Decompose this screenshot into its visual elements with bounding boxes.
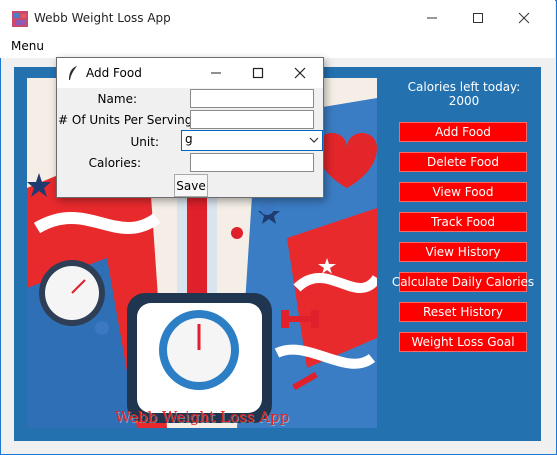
menu-menu[interactable]: Menu: [11, 39, 44, 53]
view-history-button[interactable]: View History: [399, 242, 527, 262]
calories-left-label: Calories left today: 2000: [407, 80, 521, 108]
unit-label: Unit:: [130, 135, 159, 149]
minimize-icon: [427, 17, 437, 19]
feather-icon: [66, 65, 80, 81]
calories-label: Calories:: [88, 156, 141, 170]
close-icon: [518, 12, 530, 24]
chevron-down-icon: [309, 137, 319, 143]
close-button[interactable]: [501, 0, 547, 36]
name-label: Name:: [97, 92, 137, 106]
weight-loss-goal-button[interactable]: Weight Loss Goal: [399, 332, 527, 352]
add-food-dialog: Add Food Name: # Of Units Per Serving: U…: [56, 57, 324, 198]
maximize-icon: [473, 13, 483, 23]
track-food-button[interactable]: Track Food: [399, 212, 527, 232]
unit-select-value: g: [185, 132, 193, 146]
minimize-button[interactable]: [409, 0, 455, 36]
minimize-icon: [211, 72, 221, 74]
maximize-button[interactable]: [455, 0, 501, 36]
close-icon: [294, 67, 306, 79]
poster-caption: Webb Weight Loss App: [114, 408, 290, 426]
dialog-title: Add Food: [86, 66, 142, 80]
unit-select[interactable]: g: [181, 130, 323, 151]
add-food-button[interactable]: Add Food: [399, 122, 527, 142]
dialog-maximize-button[interactable]: [237, 58, 279, 88]
dialog-close-button[interactable]: [279, 58, 321, 88]
maximize-icon: [252, 67, 264, 79]
view-food-button[interactable]: View Food: [399, 182, 527, 202]
menu-bar: [0, 36, 555, 58]
window-title: Webb Weight Loss App: [34, 11, 171, 25]
reset-history-button[interactable]: Reset History: [399, 302, 527, 322]
name-field[interactable]: [190, 89, 314, 108]
units-per-serving-field[interactable]: [190, 110, 314, 129]
app-icon: [12, 11, 28, 27]
save-button[interactable]: Save: [174, 174, 208, 197]
calories-field[interactable]: [190, 153, 314, 172]
calculate-daily-calories-button[interactable]: Calculate Daily Calories: [392, 272, 534, 292]
dialog-minimize-button[interactable]: [195, 58, 237, 88]
delete-food-button[interactable]: Delete Food: [399, 152, 527, 172]
units-per-serving-label: # Of Units Per Serving:: [58, 113, 197, 127]
